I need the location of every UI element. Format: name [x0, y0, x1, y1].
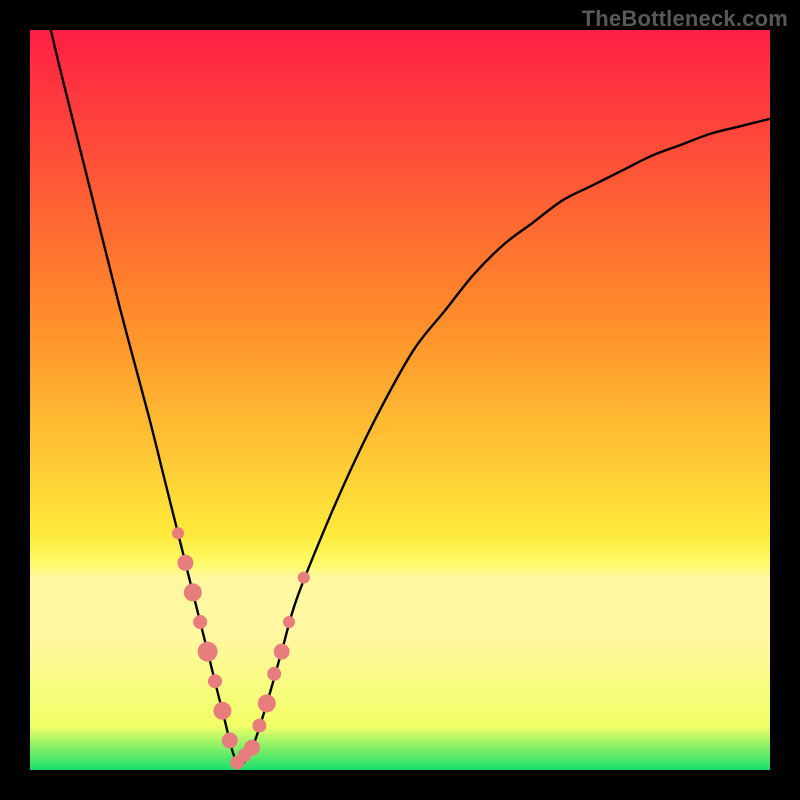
marker-dot	[172, 527, 184, 539]
bottleneck-curve	[30, 30, 770, 764]
marker-dot	[274, 644, 290, 660]
marker-dot	[177, 555, 193, 571]
marker-dot	[222, 732, 238, 748]
marker-dot	[193, 615, 207, 629]
marker-dot	[267, 667, 281, 681]
marker-dot	[283, 616, 295, 628]
chart-frame: TheBottleneck.com	[0, 0, 800, 800]
marker-dot	[213, 702, 231, 720]
highlight-markers	[172, 527, 310, 769]
marker-dot	[244, 740, 260, 756]
plot-area	[30, 30, 770, 770]
marker-dot	[252, 719, 266, 733]
marker-dot	[198, 642, 218, 662]
marker-dot	[208, 674, 222, 688]
marker-dot	[258, 694, 276, 712]
curve-layer	[30, 30, 770, 770]
marker-dot	[184, 583, 202, 601]
watermark-text: TheBottleneck.com	[582, 6, 788, 32]
marker-dot	[298, 572, 310, 584]
